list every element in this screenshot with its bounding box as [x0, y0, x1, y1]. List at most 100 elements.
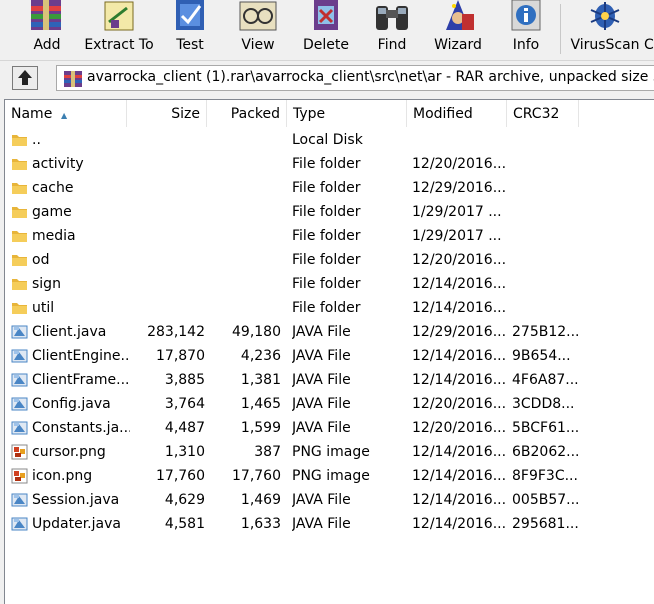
- file-crc32: [512, 152, 587, 176]
- file-crc32: [512, 248, 587, 272]
- file-packed-size: [211, 176, 281, 200]
- file-row[interactable]: Updater.java 4,581 1,633 JAVA File 12/14/201…: [5, 512, 654, 536]
- file-name: od: [32, 252, 50, 268]
- file-type: JAVA File: [292, 372, 351, 388]
- file-row[interactable]: .. Local Disk: [5, 128, 654, 152]
- file-list: Name ▲ Size Packed Type Modified CRC32 .…: [4, 99, 654, 604]
- extract-to-button[interactable]: Extract To: [82, 0, 156, 58]
- file-size: [131, 128, 205, 152]
- file-crc32: [512, 200, 587, 224]
- file-packed-size: [211, 152, 281, 176]
- column-size-label: Size: [171, 106, 200, 122]
- folder-icon: [11, 300, 28, 316]
- file-name: icon.png: [32, 468, 93, 484]
- column-size[interactable]: Size: [127, 100, 207, 127]
- file-type: File folder: [292, 228, 361, 244]
- file-packed-size: 1,465: [240, 396, 281, 412]
- view-button[interactable]: View: [228, 0, 288, 58]
- file-modified: 12/14/2016...: [412, 444, 507, 460]
- file-row[interactable]: util File folder 12/14/2016...: [5, 296, 654, 320]
- sort-ascending-icon: ▲: [61, 111, 68, 120]
- file-modified: 12/29/2016...: [412, 180, 507, 196]
- file-packed-size: 17,760: [232, 468, 281, 484]
- virusscan-button[interactable]: VirusScan: [568, 0, 642, 58]
- file-type: JAVA File: [292, 516, 351, 532]
- file-row[interactable]: ClientEngine... 17,870 4,236 JAVA File 12/14…: [5, 344, 654, 368]
- column-crc32[interactable]: CRC32: [507, 100, 579, 127]
- file-type: Local Disk: [292, 132, 363, 148]
- folder-icon: [11, 132, 28, 148]
- file-packed-size: [211, 200, 281, 224]
- test-icon: [168, 0, 212, 34]
- path-text: avarrocka_client (1).rar\avarrocka_clien…: [87, 69, 654, 85]
- folder-icon: [11, 228, 28, 244]
- virusscan-icon: [583, 0, 627, 34]
- address-bar: avarrocka_client (1).rar\avarrocka_clien…: [0, 61, 654, 95]
- file-packed-size: [211, 272, 281, 296]
- file-name: Updater.java: [32, 516, 121, 532]
- file-name: Constants.ja...: [32, 420, 130, 436]
- column-type[interactable]: Type: [287, 100, 407, 127]
- column-packed-label: Packed: [230, 106, 280, 122]
- test-label: Test: [176, 37, 204, 53]
- file-type: JAVA File: [292, 324, 351, 340]
- rar-archive-icon: [64, 71, 82, 87]
- find-button[interactable]: Find: [364, 0, 420, 58]
- file-modified: 12/14/2016...: [412, 300, 507, 316]
- file-row[interactable]: ClientFrame.... 3,885 1,381 JAVA File 12/14/…: [5, 368, 654, 392]
- file-modified: 1/29/2017 ...: [412, 204, 502, 220]
- file-size: [131, 200, 205, 224]
- file-type: File folder: [292, 300, 361, 316]
- path-field[interactable]: avarrocka_client (1).rar\avarrocka_clien…: [56, 65, 654, 91]
- file-row[interactable]: cache File folder 12/29/2016...: [5, 176, 654, 200]
- column-crc32-label: CRC32: [513, 106, 560, 122]
- comment-button[interactable]: C: [644, 0, 654, 58]
- file-modified: 12/20/2016...: [412, 396, 507, 412]
- file-row[interactable]: activity File folder 12/20/2016...: [5, 152, 654, 176]
- folder-icon: [11, 156, 28, 172]
- add-label: Add: [33, 37, 61, 53]
- file-row[interactable]: sign File folder 12/14/2016...: [5, 272, 654, 296]
- column-name[interactable]: Name ▲: [5, 100, 127, 127]
- file-type: File folder: [292, 252, 361, 268]
- file-row[interactable]: game File folder 1/29/2017 ...: [5, 200, 654, 224]
- png-image-icon: [11, 468, 28, 484]
- file-row[interactable]: Constants.ja... 4,487 1,599 JAVA File 12/20/…: [5, 416, 654, 440]
- file-crc32: 005B57...: [512, 492, 580, 508]
- file-row[interactable]: icon.png 17,760 17,760 PNG image 12/14/2016.…: [5, 464, 654, 488]
- file-size: 4,581: [164, 516, 205, 532]
- column-modified[interactable]: Modified: [407, 100, 507, 127]
- file-row[interactable]: cursor.png 1,310 387 PNG image 12/14/2016...…: [5, 440, 654, 464]
- info-button[interactable]: Info: [500, 0, 552, 58]
- file-packed-size: 1,381: [240, 372, 281, 388]
- file-row[interactable]: Config.java 3,764 1,465 JAVA File 12/20/2016…: [5, 392, 654, 416]
- file-type: JAVA File: [292, 420, 351, 436]
- file-name: util: [32, 300, 55, 316]
- up-one-level-button[interactable]: [12, 66, 38, 90]
- column-packed[interactable]: Packed: [207, 100, 287, 127]
- file-row[interactable]: Session.java 4,629 1,469 JAVA File 12/14/201…: [5, 488, 654, 512]
- file-row[interactable]: od File folder 12/20/2016...: [5, 248, 654, 272]
- file-packed-size: 387: [254, 444, 281, 460]
- file-crc32: [512, 296, 587, 320]
- add-button[interactable]: Add: [18, 0, 76, 58]
- file-crc32: 5BCF61...: [512, 420, 580, 436]
- file-size: [131, 248, 205, 272]
- delete-button[interactable]: Delete: [296, 0, 356, 58]
- view-label: View: [241, 37, 275, 53]
- file-modified: 12/29/2016...: [412, 324, 507, 340]
- file-size: [131, 224, 205, 248]
- wizard-button[interactable]: Wizard: [426, 0, 490, 58]
- file-row[interactable]: Client.java 283,142 49,180 JAVA File 12/29/2…: [5, 320, 654, 344]
- file-type: File folder: [292, 156, 361, 172]
- delete-icon: [304, 0, 348, 34]
- column-name-label: Name: [11, 106, 53, 122]
- file-name: activity: [32, 156, 84, 172]
- file-crc32: 8F9F3C...: [512, 468, 578, 484]
- file-size: 283,142: [147, 324, 205, 340]
- file-packed-size: 1,469: [240, 492, 281, 508]
- file-row[interactable]: media File folder 1/29/2017 ...: [5, 224, 654, 248]
- file-name: cache: [32, 180, 74, 196]
- test-button[interactable]: Test: [162, 0, 218, 58]
- file-name: Config.java: [32, 396, 111, 412]
